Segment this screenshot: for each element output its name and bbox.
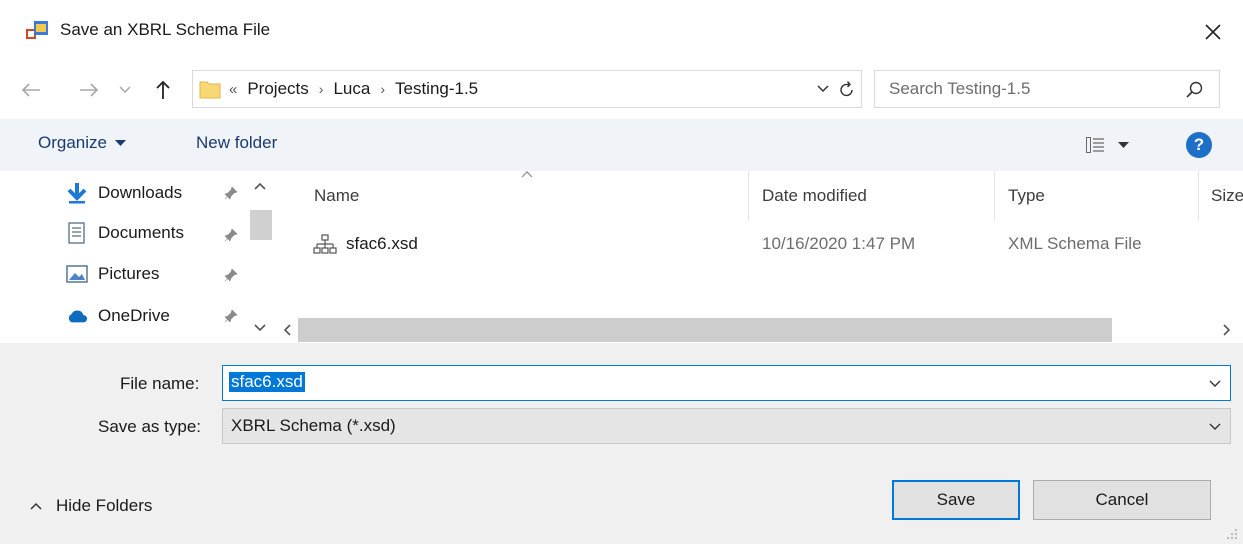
search-input[interactable] (889, 79, 1169, 99)
cloud-icon (66, 305, 88, 327)
file-type-cell: XML Schema File (1008, 234, 1142, 253)
column-header-date-modified[interactable]: Date modified (762, 186, 867, 206)
help-button[interactable]: ? (1186, 132, 1212, 158)
file-name-cell[interactable]: sfac6.xsd (346, 234, 418, 254)
chevron-down-icon (1209, 423, 1221, 430)
pin-icon[interactable] (224, 186, 238, 200)
breadcrumb-separator[interactable]: › (319, 81, 324, 97)
breadcrumb-overflow[interactable]: « (229, 81, 237, 98)
up-button[interactable] (146, 74, 180, 106)
chevron-down-icon (119, 86, 131, 94)
pin-icon[interactable] (224, 268, 238, 282)
cancel-button[interactable]: Cancel (1033, 480, 1211, 520)
column-divider[interactable] (748, 171, 749, 221)
search-icon (1186, 81, 1203, 98)
scroll-right-icon[interactable] (1222, 323, 1232, 337)
sidebar-item-documents[interactable]: Documents (66, 216, 184, 250)
breadcrumb-item-testing[interactable]: Testing-1.5 (395, 79, 478, 99)
pin-icon[interactable] (224, 228, 238, 242)
save-as-type-dropdown-button[interactable] (1204, 415, 1226, 439)
breadcrumb-separator[interactable]: › (380, 81, 385, 97)
back-button[interactable] (14, 76, 48, 104)
sidebar-item-label: Pictures (98, 264, 160, 283)
change-view-button[interactable] (1086, 131, 1146, 159)
address-dropdown-button[interactable] (811, 77, 835, 101)
chevron-down-icon (817, 85, 829, 93)
forward-button[interactable] (72, 76, 106, 104)
arrow-up-icon (156, 80, 170, 99)
recent-locations-button[interactable] (112, 76, 138, 104)
column-header-size[interactable]: Size (1211, 186, 1243, 206)
column-divider[interactable] (994, 171, 995, 221)
sidebar-item-label: Documents (98, 223, 184, 242)
refresh-button[interactable] (833, 77, 861, 101)
sidebar-item-pictures[interactable]: Pictures (66, 257, 159, 291)
scroll-up-icon[interactable] (253, 181, 267, 191)
sidebar-item-onedrive[interactable]: OneDrive (66, 299, 170, 333)
arrow-right-icon (80, 83, 99, 97)
chevron-down-icon (1209, 380, 1221, 387)
save-button[interactable]: Save (892, 480, 1020, 520)
xml-schema-icon (313, 234, 337, 254)
sort-ascending-icon (521, 171, 533, 178)
close-icon (1205, 24, 1221, 40)
refresh-icon (840, 81, 853, 97)
details-view-icon (1086, 137, 1104, 153)
address-bar[interactable]: « Projects › Luca › Testing-1.5 (192, 70, 862, 108)
breadcrumb: « Projects › Luca › Testing-1.5 (229, 79, 478, 99)
file-name-label: File name: (120, 374, 200, 393)
pin-icon[interactable] (224, 309, 238, 323)
folder-icon (199, 81, 221, 99)
navigation-scrollbar[interactable] (248, 171, 274, 343)
column-header-name[interactable]: Name (314, 186, 359, 206)
pictures-icon (66, 263, 88, 285)
arrow-left-icon (21, 83, 40, 97)
file-name-value[interactable]: sfac6.xsd (229, 372, 305, 392)
column-divider[interactable] (1198, 171, 1199, 221)
window-title: Save an XBRL Schema File (60, 20, 271, 39)
download-arrow-icon (66, 182, 88, 204)
hide-folders-label: Hide Folders (56, 496, 153, 515)
new-folder-button[interactable]: New folder (196, 133, 277, 153)
sidebar-item-label: OneDrive (98, 306, 170, 325)
command-bar (0, 119, 1243, 171)
save-as-type-value: XBRL Schema (*.xsd) (231, 416, 396, 435)
horizontal-scrollbar-thumb[interactable] (298, 318, 1112, 342)
documents-icon (66, 222, 88, 244)
breadcrumb-item-projects[interactable]: Projects (247, 79, 308, 99)
close-button[interactable] (1190, 12, 1236, 52)
scroll-down-icon[interactable] (253, 323, 267, 333)
resize-grip-icon[interactable] (1224, 526, 1238, 540)
organize-button[interactable]: Organize (38, 133, 126, 153)
navigation-scrollbar-thumb[interactable] (250, 210, 272, 240)
file-name-field[interactable]: sfac6.xsd (222, 365, 1231, 401)
file-date-cell: 10/16/2020 1:47 PM (762, 234, 916, 253)
organize-label: Organize (38, 133, 107, 152)
sidebar-item-label: Downloads (98, 183, 183, 202)
save-as-type-select[interactable]: XBRL Schema (*.xsd) (222, 408, 1231, 444)
scroll-left-icon[interactable] (282, 323, 292, 337)
save-as-type-label: Save as type: (98, 417, 202, 436)
file-name-dropdown-button[interactable] (1204, 372, 1226, 396)
caret-down-icon (114, 139, 126, 146)
breadcrumb-item-luca[interactable]: Luca (333, 79, 370, 99)
column-header-type[interactable]: Type (1008, 186, 1045, 206)
sidebar-item-downloads[interactable]: Downloads (66, 176, 182, 210)
hide-folders-button[interactable]: Hide Folders (30, 496, 152, 516)
search-box[interactable] (874, 70, 1220, 108)
caret-down-icon (1118, 141, 1129, 148)
app-icon (26, 21, 48, 39)
chevron-up-icon (30, 502, 42, 510)
